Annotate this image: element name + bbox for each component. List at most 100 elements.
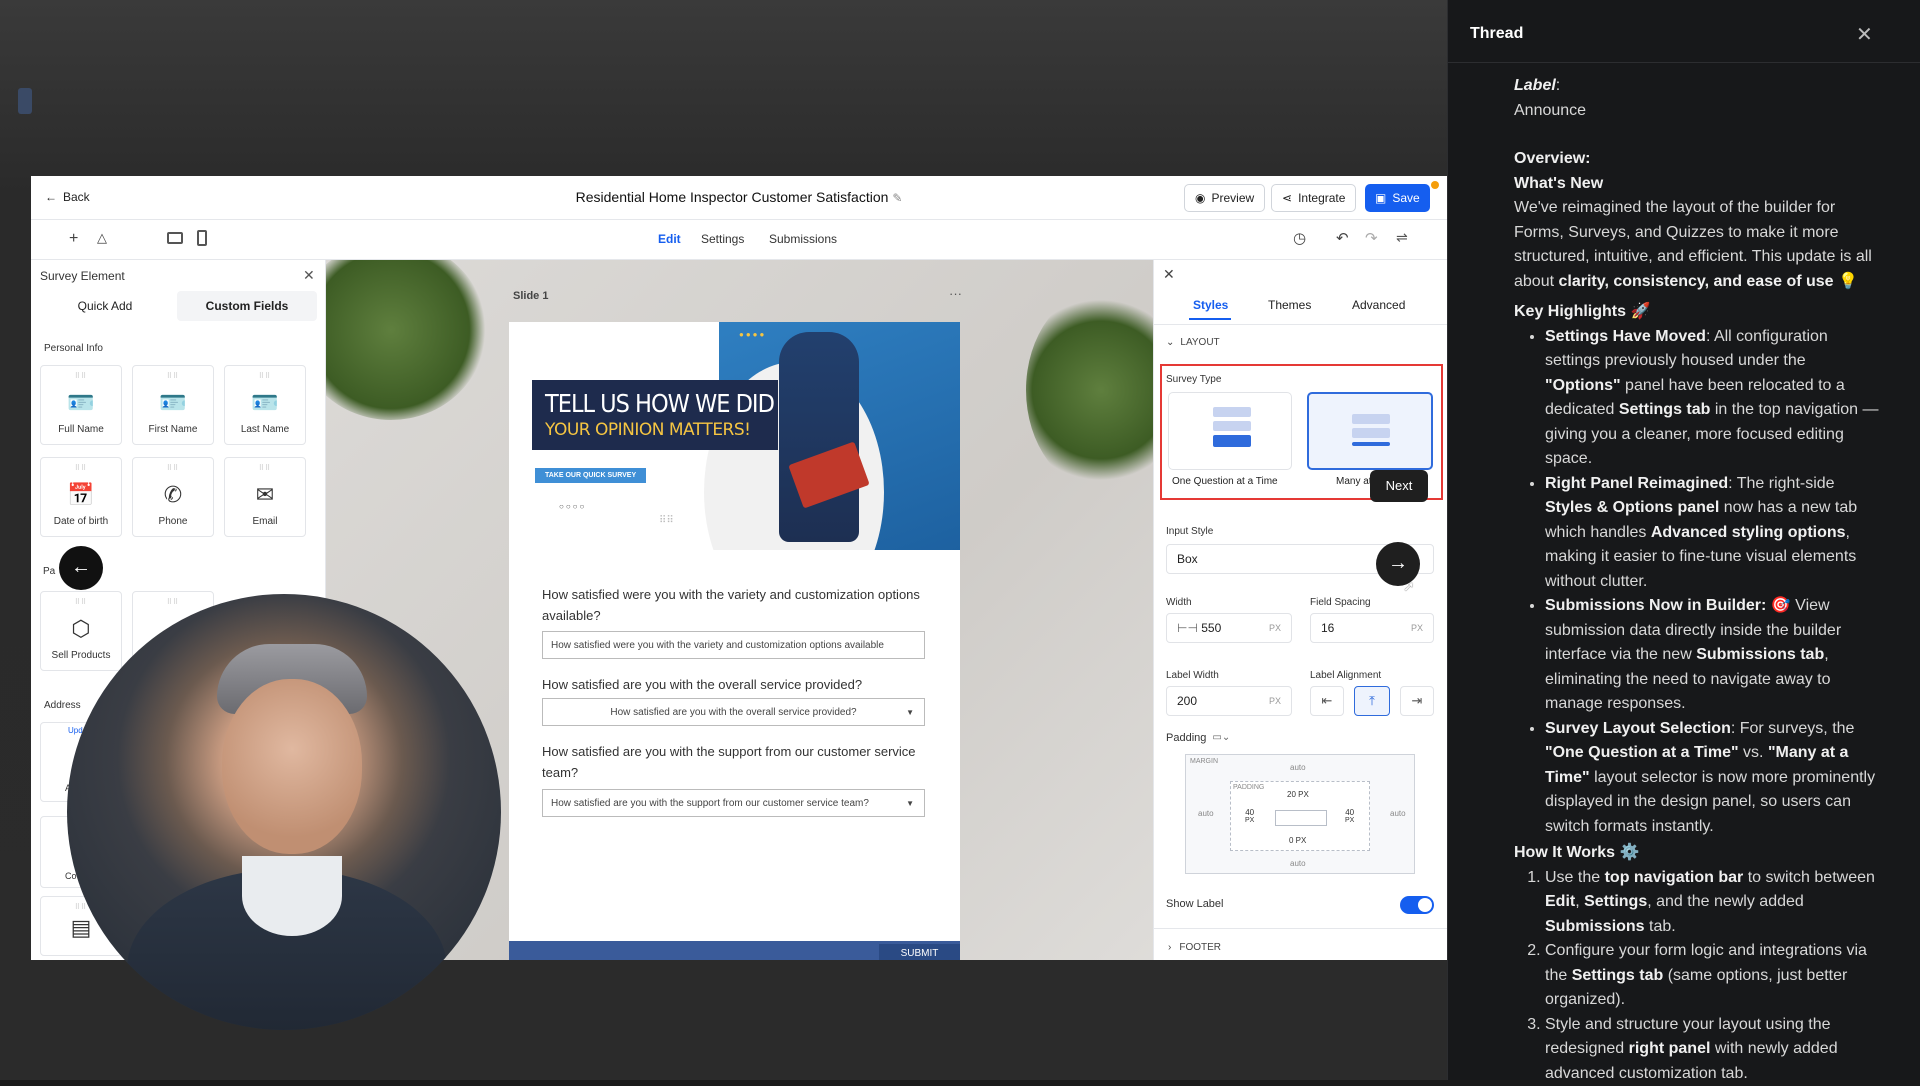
tab-submissions[interactable]: Submissions — [769, 232, 837, 246]
mail-icon: ✉ — [255, 482, 275, 507]
id-card-icon: 🪪 — [159, 390, 187, 415]
hero-heading: TELL US HOW WE DID — [545, 389, 775, 418]
tab-advanced[interactable]: Advanced — [1352, 298, 1405, 312]
label-alignment-label: Label Alignment — [1310, 670, 1382, 681]
padding-top-value[interactable]: 20 PX — [1287, 790, 1309, 799]
calendar-icon: 📅 — [67, 482, 95, 507]
question-1: How satisfied were you with the variety … — [542, 587, 920, 623]
notification-dot — [1431, 181, 1439, 189]
rocket-icon: 🚀 — [1630, 303, 1651, 320]
field-email[interactable]: ⠿⠿ ✉ Email — [224, 457, 306, 537]
hero-cta-button[interactable]: TAKE OUR QUICK SURVEY — [535, 468, 647, 483]
slide-menu-icon[interactable]: ··· — [949, 286, 962, 301]
phone-icon: ✆ — [163, 482, 183, 507]
type-many-option[interactable] — [1307, 392, 1433, 470]
active-tab-indicator — [1189, 318, 1231, 320]
margin-right-value[interactable]: auto — [1390, 809, 1406, 818]
show-label-toggle[interactable] — [1400, 896, 1434, 914]
target-icon: 🎯 — [1770, 597, 1791, 614]
section-pa: Pa — [43, 566, 56, 577]
drag-handle-icon[interactable]: ⠿⠿ — [659, 515, 674, 526]
id-card-icon: 🪪 — [251, 390, 279, 415]
history-icon[interactable]: ◷ — [1293, 229, 1306, 247]
answer-input-1[interactable]: How satisfied were you with the variety … — [542, 631, 925, 659]
tab-custom-fields[interactable]: Custom Fields — [177, 291, 317, 321]
field-sell-products[interactable]: ⠿⠿ ⬡ Sell Products — [40, 591, 122, 671]
field-date-of-birth[interactable]: ⠿⠿ 📅 Date of birth — [40, 457, 122, 537]
top-bar: ← Back Residential Home Inspector Custome… — [31, 176, 1447, 220]
close-icon[interactable]: ✕ — [1163, 266, 1175, 283]
preview-button[interactable]: ◉ Preview — [1184, 184, 1266, 212]
type-one-question-option[interactable] — [1168, 392, 1292, 470]
type-many-label: Many at — [1336, 476, 1372, 487]
field-first-name[interactable]: ⠿⠿ 🪪 First Name — [132, 365, 214, 445]
tab-themes[interactable]: Themes — [1268, 298, 1311, 312]
answer-select-2[interactable]: How satisfied are you with the overall s… — [542, 698, 925, 726]
survey-slide[interactable]: TELL US HOW WE DID YOUR OPINION MATTERS!… — [509, 322, 960, 960]
width-label: Width — [1166, 597, 1192, 608]
tab-edit[interactable]: Edit — [658, 232, 681, 246]
mobile-view-icon[interactable] — [197, 230, 207, 246]
bell-icon[interactable]: △ — [97, 230, 107, 246]
submit-button[interactable]: SUBMIT — [879, 944, 960, 960]
type-one-label: One Question at a Time — [1172, 476, 1278, 487]
question-3: How satisfied are you with the support f… — [542, 744, 916, 780]
prev-arrow-button[interactable]: ← — [59, 546, 103, 590]
redo-icon[interactable]: ↷ — [1365, 229, 1378, 247]
content-box — [1275, 810, 1327, 826]
width-input[interactable]: ⊢⊣ 550 PX — [1166, 613, 1292, 643]
close-icon[interactable]: ✕ — [1856, 22, 1873, 47]
tab-styles[interactable]: Styles — [1193, 298, 1228, 312]
margin-top-value[interactable]: auto — [1290, 763, 1306, 772]
undo-icon[interactable]: ↶ — [1336, 229, 1349, 247]
padding-right-value[interactable]: 40 PX — [1345, 808, 1354, 824]
padding-bottom-value[interactable]: 0 PX — [1289, 836, 1306, 845]
pencil-icon[interactable]: ✎ — [892, 191, 902, 205]
question-2: How satisfied are you with the overall s… — [542, 677, 863, 692]
tab-quick-add[interactable]: Quick Add — [40, 291, 170, 321]
footer-section-toggle[interactable]: › FOOTER — [1168, 942, 1221, 953]
field-last-name[interactable]: ⠿⠿ 🪪 Last Name — [224, 365, 306, 445]
margin-left-value[interactable]: auto — [1198, 809, 1214, 818]
margin-bottom-value[interactable]: auto — [1290, 859, 1306, 868]
padding-left-value[interactable]: 40 PX — [1245, 808, 1254, 824]
thread-panel: Thread ✕ Label: Announce Overview: What'… — [1447, 0, 1920, 1082]
field-spacing-input[interactable]: 16 PX — [1310, 613, 1434, 643]
save-icon: ▣ — [1375, 191, 1387, 205]
section-address: Address — [44, 700, 81, 711]
webcam-overlay — [67, 594, 501, 1030]
chevron-right-icon: › — [1168, 942, 1172, 953]
show-label-text: Show Label — [1166, 898, 1224, 910]
answer-select-3[interactable]: How satisfied are you with the support f… — [542, 789, 925, 817]
section-personal-info: Personal Info — [44, 343, 103, 354]
plus-icon[interactable]: + — [69, 230, 78, 248]
styles-panel: ✕ Styles Themes Advanced ⌄ LAYOUT Survey … — [1153, 260, 1448, 960]
integrate-button[interactable]: ⋖ Integrate — [1271, 184, 1357, 212]
plant-decoration — [326, 260, 486, 420]
close-icon[interactable]: ✕ — [303, 267, 315, 284]
chevron-down-icon: ⌄ — [1166, 337, 1175, 348]
panel-title: Survey Element — [40, 269, 125, 283]
layers-icon[interactable]: ⇌ — [1396, 229, 1408, 246]
field-full-name[interactable]: ⠿⠿ 🪪 Full Name — [40, 365, 122, 445]
layout-section-toggle[interactable]: ⌄ LAYOUT — [1166, 337, 1220, 348]
label-width-input[interactable]: 200 PX — [1166, 686, 1292, 716]
align-top-icon[interactable]: ⤒ — [1354, 686, 1390, 716]
align-left-icon[interactable]: ⇤ — [1310, 686, 1344, 716]
caret-down-icon: ▼ — [906, 707, 914, 717]
lightbulb-icon: 💡 — [1838, 272, 1858, 290]
desktop-view-icon[interactable] — [167, 232, 183, 244]
align-right-icon[interactable]: ⇥ — [1400, 686, 1434, 716]
id-card-icon: 🪪 — [67, 390, 95, 415]
device-dropdown-icon[interactable]: ▭⌄ — [1212, 732, 1230, 744]
field-spacing-label: Field Spacing — [1310, 597, 1371, 608]
presenter-face — [222, 679, 362, 854]
save-button[interactable]: ▣ Save — [1365, 184, 1430, 212]
mouse-cursor: ➚ — [1403, 578, 1415, 594]
field-phone[interactable]: ⠿⠿ ✆ Phone — [132, 457, 214, 537]
background-app-icon — [18, 88, 32, 114]
caret-down-icon: ▼ — [906, 798, 914, 808]
tab-settings[interactable]: Settings — [701, 232, 744, 246]
thread-message: Label: Announce Overview: What's New We'… — [1514, 74, 1884, 1086]
next-tooltip: Next — [1370, 470, 1428, 502]
